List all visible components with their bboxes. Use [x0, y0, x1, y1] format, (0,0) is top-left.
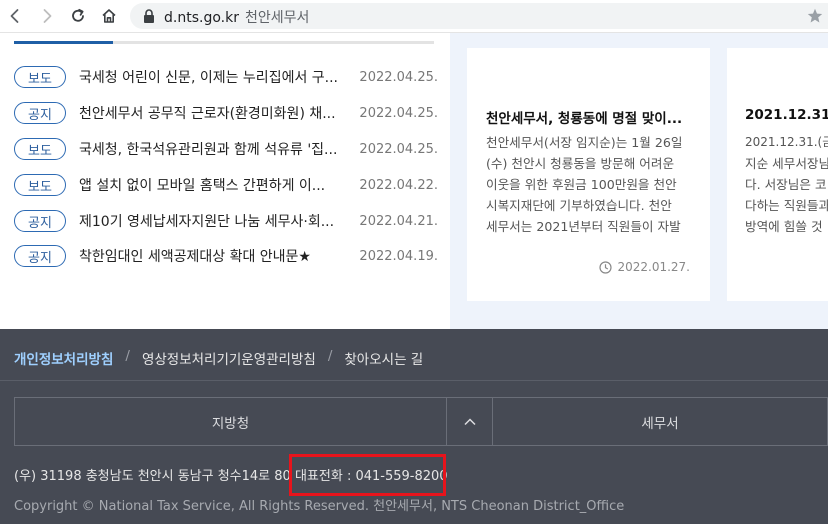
home-icon[interactable]	[98, 5, 120, 27]
card-summary: 2021.12.31.(금) 지순 세무서장님 다. 서장님은 코 다하는 직원…	[745, 132, 828, 237]
address-bar[interactable]: d.nts.go.kr 천안세무서	[130, 3, 828, 29]
link-separator: /	[125, 348, 130, 364]
news-title[interactable]: 앱 설치 없이 모바일 홈택스 간편하게 이...	[79, 175, 345, 195]
news-card[interactable]: 2021.12.31. 5 2021.12.31.(금) 지순 세무서장님 다.…	[727, 48, 828, 301]
news-date: 2022.04.25.	[359, 105, 438, 121]
active-tab-underline	[14, 41, 113, 44]
office-selector: 지방청 세무서	[14, 397, 828, 446]
news-badge: 공지	[14, 102, 66, 124]
directions-link[interactable]: 찾아오시는 길	[344, 348, 423, 368]
site-footer: 개인정보처리방침 / 영상정보처리기기운영관리방침 / 찾아오시는 길 지방청 …	[0, 329, 828, 524]
news-badge: 공지	[14, 245, 66, 267]
url-domain: d.nts.go.kr	[164, 10, 239, 26]
news-item[interactable]: 공지 착한임대인 세액공제대상 확대 안내문★ 2022.04.19.	[14, 243, 438, 269]
lock-icon	[144, 9, 154, 23]
news-badge: 보도	[14, 138, 66, 160]
card-summary-line: (수) 천안시 청룡동을 방문해 어려운	[486, 156, 675, 171]
news-item[interactable]: 공지 제10기 영세납세자지원단 나눔 세무사·회... 2022.04.21.	[14, 208, 438, 234]
news-item[interactable]: 공지 천안세무서 공무직 근로자(환경미화원) 채... 2022.04.25.	[14, 100, 438, 126]
reload-icon[interactable]	[67, 5, 89, 27]
news-date: 2022.04.25.	[359, 69, 438, 85]
card-summary-line: 세무서는 2021년부터 직원들이 자발	[486, 219, 681, 234]
news-item[interactable]: 보도 국세청 어린이 신문, 이제는 누리집에서 구... 2022.04.25…	[14, 64, 438, 90]
news-card[interactable]: 천안세무서, 청룡동에 명절 맞이... 천안세무서(서장 임지순)는 1월 2…	[467, 48, 710, 301]
privacy-policy-link[interactable]: 개인정보처리방침	[14, 348, 113, 368]
regional-office-select[interactable]: 지방청	[15, 398, 447, 445]
office-address: (우) 31198 충청남도 천안시 동남구 청수14로 80	[14, 469, 291, 484]
news-badge: 보도	[14, 66, 66, 88]
card-summary-line: 방역에 힘쓸 것	[745, 219, 823, 234]
news-date: 2022.04.22.	[359, 177, 438, 193]
news-title[interactable]: 국세청, 한국석유관리원과 함께 석유류 '집...	[79, 139, 345, 159]
footer-links: 개인정보처리방침 / 영상정보처리기기운영관리방침 / 찾아오시는 길	[14, 348, 423, 368]
card-title[interactable]: 2021.12.31. 5	[745, 107, 828, 123]
news-title[interactable]: 제10기 영세납세자지원단 나눔 세무사·회...	[79, 211, 345, 231]
browser-toolbar: d.nts.go.kr 천안세무서	[0, 0, 828, 33]
cctv-policy-link[interactable]: 영상정보처리기기운영관리방침	[142, 348, 316, 368]
selector-toggle-button[interactable]	[447, 398, 493, 445]
card-summary-line: 다하는 직원들과	[745, 198, 828, 213]
clock-icon	[599, 260, 613, 274]
news-date: 2022.04.25.	[359, 141, 438, 157]
card-summary-line: 다. 서장님은 코	[745, 177, 827, 192]
card-date-text: 2022.01.27.	[617, 260, 690, 274]
copyright-text: Copyright © National Tax Service, All Ri…	[14, 499, 625, 514]
card-date: 2022.01.27.	[599, 260, 690, 274]
news-tab-indicator	[14, 41, 434, 44]
news-date: 2022.04.21.	[359, 213, 438, 229]
news-date: 2022.04.19.	[359, 248, 438, 264]
card-title[interactable]: 천안세무서, 청룡동에 명절 맞이...	[486, 107, 682, 127]
card-summary-line: 지순 세무서장님	[745, 156, 828, 171]
bookmark-star-icon[interactable]	[806, 7, 824, 25]
news-item[interactable]: 보도 앱 설치 없이 모바일 홈택스 간편하게 이... 2022.04.22.	[14, 172, 438, 198]
news-title[interactable]: 착한임대인 세액공제대상 확대 안내문★	[79, 246, 345, 266]
card-summary-line: 천안세무서(서장 임지순)는 1월 26일	[486, 135, 683, 150]
card-summary: 천안세무서(서장 임지순)는 1월 26일 (수) 천안시 청룡동을 방문해 어…	[486, 132, 683, 237]
card-summary-line: 시복지재단에 기부하였습니다. 천안	[486, 198, 672, 213]
card-summary-line: 2021.12.31.(금)	[745, 135, 828, 149]
news-badge: 공지	[14, 210, 66, 232]
footer-divider	[0, 380, 828, 381]
tax-office-select[interactable]: 세무서	[493, 398, 827, 445]
link-separator: /	[327, 348, 333, 364]
news-item[interactable]: 보도 국세청, 한국석유관리원과 함께 석유류 '집... 2022.04.25…	[14, 136, 438, 162]
url-page-title: 천안세무서	[244, 10, 310, 26]
photo-news-area: 천안세무서, 청룡동에 명절 맞이... 천안세무서(서장 임지순)는 1월 2…	[450, 33, 828, 329]
forward-icon[interactable]	[36, 5, 58, 27]
phone-highlight-box	[289, 454, 446, 496]
chevron-up-icon	[463, 417, 476, 425]
url-text: d.nts.go.kr 천안세무서	[164, 7, 309, 27]
card-summary-line: 이웃을 위한 후원금 100만원을 천안	[486, 177, 677, 192]
news-title[interactable]: 천안세무서 공무직 근로자(환경미화원) 채...	[79, 103, 345, 123]
back-icon[interactable]	[4, 5, 26, 27]
news-badge: 보도	[14, 174, 66, 196]
news-title[interactable]: 국세청 어린이 신문, 이제는 누리집에서 구...	[79, 67, 345, 87]
